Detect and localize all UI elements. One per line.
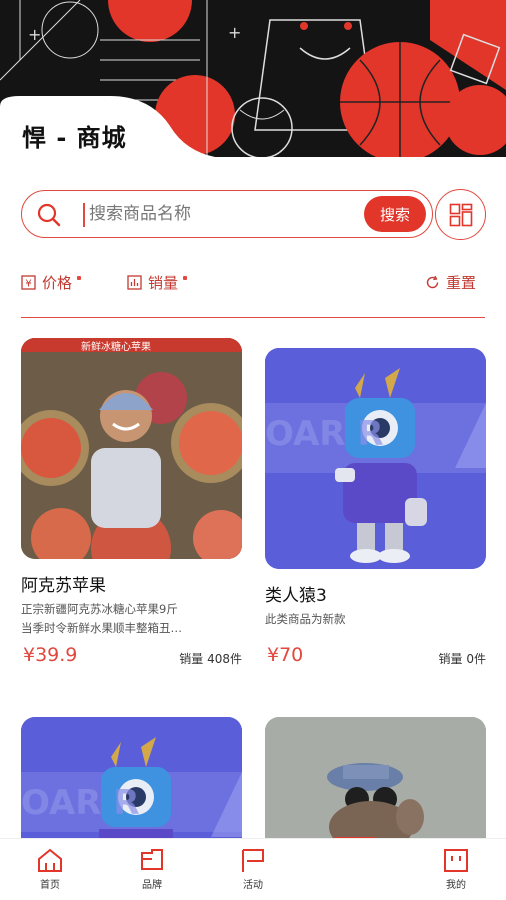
product-image: OAR R (265, 348, 486, 569)
product-image: OAR R (21, 717, 242, 847)
robot-figure-image (265, 348, 486, 569)
product-banner-text: 新鲜冰糖心苹果 (81, 342, 151, 353)
grid-view-button[interactable] (435, 189, 486, 240)
search-bar: 搜索 (21, 190, 433, 238)
search-icon (37, 203, 61, 227)
apple-photo (21, 338, 242, 559)
title-wrap: 悍 - 商城 (0, 96, 215, 157)
product-sales: 销量 408件 (179, 652, 242, 666)
svg-text:+: + (228, 23, 241, 42)
product-sales: 销量 0件 (438, 652, 486, 666)
search-input[interactable] (89, 199, 349, 229)
search-button[interactable]: 搜索 (364, 196, 426, 232)
filter-bar: ¥ 价格 销量 重置 (21, 268, 485, 318)
brand-icon (141, 849, 163, 870)
profile-icon (444, 849, 468, 872)
ape-figure-image (265, 717, 486, 847)
product-price: ¥39.9 (23, 644, 78, 666)
nav-label: 商城 (345, 878, 365, 889)
product-desc-line: 正宗新疆阿克苏冰糖心苹果9斤 (21, 602, 178, 616)
product-desc-line: 此类商品为新款 (265, 612, 346, 626)
nav-item-activity[interactable]: 活动 (217, 839, 289, 900)
price-row: ¥39.9 销量 408件 (21, 644, 242, 674)
product-name: 类人猿3 (265, 586, 327, 606)
product-image: 新鲜冰糖心苹果 (21, 338, 242, 559)
product-price: ¥70 (267, 644, 304, 666)
search-caret (83, 203, 85, 227)
nav-item-mall[interactable]: 商城 (319, 837, 391, 899)
svg-text:+: + (28, 25, 41, 44)
header-banner: + + 悍 - 商城 (0, 0, 506, 157)
sort-indicator (183, 276, 188, 280)
refresh-icon (426, 275, 439, 289)
grid-icon (449, 203, 472, 226)
robot-figure-image (21, 717, 242, 847)
product-desc-line: 当季时令新鲜水果顺丰整箱丑… (21, 621, 182, 635)
bag-icon (345, 845, 365, 870)
product-card[interactable]: 新鲜冰糖心苹果 阿克苏苹果 正宗新疆阿克苏冰糖心苹果9斤 当季时令新鲜水果顺丰整… (21, 338, 242, 674)
product-card[interactable]: OAR R 类人猿3 此类商品为新款 ¥70 销量 0件 (265, 348, 486, 674)
home-icon (38, 848, 62, 872)
nav-label: 首页 (40, 880, 60, 891)
product-image (265, 717, 486, 847)
bar-chart-icon (127, 275, 142, 290)
price-icon: ¥ (21, 275, 36, 290)
page-title: 悍 - 商城 (22, 124, 127, 152)
product-banner-text: OAR R (265, 414, 384, 454)
filter-reset-label: 重置 (446, 274, 477, 292)
filter-reset[interactable]: 重置 (425, 272, 476, 293)
bottom-nav: 首页 品牌 活动 商城 我的 (0, 838, 506, 900)
product-desc: 正宗新疆阿克苏冰糖心苹果9斤 当季时令新鲜水果顺丰整箱丑… (21, 600, 242, 638)
filter-sales[interactable]: 销量 (127, 272, 188, 293)
filter-price-label: 价格 (42, 274, 73, 292)
nav-label: 活动 (243, 880, 263, 891)
svg-text:¥: ¥ (25, 279, 31, 290)
filter-sales-label: 销量 (148, 274, 179, 292)
sort-indicator (77, 276, 82, 280)
nav-item-profile[interactable]: 我的 (420, 839, 492, 900)
price-row: ¥70 销量 0件 (265, 644, 486, 674)
flag-icon (242, 849, 264, 872)
product-name: 阿克苏苹果 (21, 576, 106, 596)
product-card[interactable]: OAR R (21, 717, 242, 847)
nav-item-brand[interactable]: 品牌 (116, 839, 188, 900)
nav-label: 品牌 (142, 880, 162, 891)
product-card[interactable] (265, 717, 486, 847)
filter-price[interactable]: ¥ 价格 (21, 272, 82, 293)
product-banner-text: OAR R (21, 783, 140, 823)
product-desc: 此类商品为新款 (265, 610, 486, 648)
nav-label: 我的 (446, 880, 466, 891)
nav-item-home[interactable]: 首页 (14, 839, 86, 900)
